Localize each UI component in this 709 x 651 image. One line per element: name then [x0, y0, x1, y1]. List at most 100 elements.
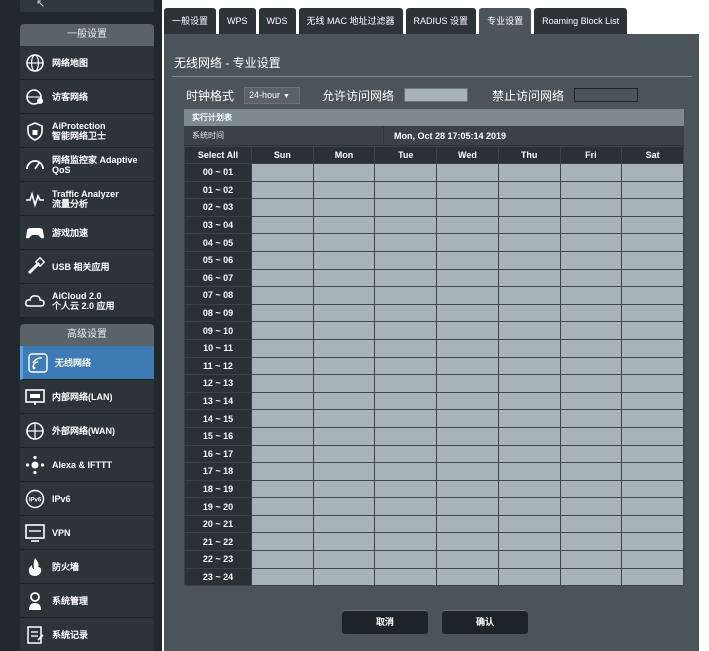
- schedule-cell[interactable]: [436, 550, 499, 569]
- schedule-cell[interactable]: [621, 479, 684, 499]
- sidebar-item-vpn-monitor[interactable]: VPN: [20, 516, 154, 550]
- ok-button[interactable]: 确认: [442, 610, 528, 634]
- schedule-cell[interactable]: [497, 374, 561, 393]
- schedule-cell[interactable]: [251, 426, 314, 446]
- schedule-cell[interactable]: [559, 338, 623, 358]
- tab-3[interactable]: 无线 MAC 地址过滤器: [298, 8, 403, 34]
- schedule-cell[interactable]: [559, 215, 623, 235]
- schedule-cell[interactable]: [559, 163, 623, 182]
- schedule-cell[interactable]: [436, 567, 499, 587]
- schedule-cell[interactable]: [436, 462, 499, 481]
- schedule-cell[interactable]: [559, 426, 623, 446]
- schedule-cell[interactable]: [559, 462, 623, 481]
- schedule-cell[interactable]: [621, 514, 684, 534]
- schedule-cell[interactable]: [374, 338, 438, 358]
- hour-header[interactable]: 04 ~ 05: [184, 233, 252, 252]
- schedule-cell[interactable]: [312, 356, 376, 376]
- schedule-cell[interactable]: [374, 180, 438, 200]
- schedule-cell[interactable]: [497, 250, 561, 270]
- day-header[interactable]: Thu: [497, 146, 561, 164]
- schedule-cell[interactable]: [621, 198, 684, 217]
- schedule-cell[interactable]: [497, 514, 561, 534]
- day-header[interactable]: Wed: [436, 146, 499, 164]
- sidebar-item-wan-globe[interactable]: 外部网络(WAN): [20, 414, 154, 448]
- schedule-cell[interactable]: [374, 497, 438, 516]
- schedule-cell[interactable]: [312, 532, 376, 552]
- schedule-cell[interactable]: [559, 286, 623, 305]
- hour-header[interactable]: 17 ~ 18: [184, 462, 252, 481]
- schedule-cell[interactable]: [251, 303, 314, 323]
- schedule-cell[interactable]: [251, 550, 314, 569]
- schedule-cell[interactable]: [312, 550, 376, 569]
- sidebar-item-speedometer[interactable]: 网络监控家 Adaptive QoS: [20, 148, 154, 182]
- schedule-cell[interactable]: [436, 180, 499, 200]
- schedule-cell[interactable]: [497, 550, 561, 569]
- schedule-cell[interactable]: [497, 567, 561, 587]
- schedule-cell[interactable]: [312, 198, 376, 217]
- sidebar-item-firewall-flame[interactable]: 防火墙: [20, 550, 154, 584]
- schedule-cell[interactable]: [436, 250, 499, 270]
- hour-header[interactable]: 16 ~ 17: [184, 444, 252, 464]
- schedule-cell[interactable]: [621, 391, 684, 411]
- sidebar-item-shield-lock[interactable]: AiProtection 智能网络卫士: [20, 114, 154, 148]
- schedule-cell[interactable]: [251, 479, 314, 499]
- schedule-cell[interactable]: [436, 163, 499, 182]
- schedule-cell[interactable]: [374, 268, 438, 288]
- schedule-cell[interactable]: [436, 268, 499, 288]
- schedule-cell[interactable]: [251, 356, 314, 376]
- schedule-cell[interactable]: [497, 426, 561, 446]
- schedule-cell[interactable]: [559, 268, 623, 288]
- schedule-cell[interactable]: [621, 550, 684, 569]
- schedule-cell[interactable]: [621, 409, 684, 428]
- schedule-cell[interactable]: [621, 497, 684, 516]
- schedule-cell[interactable]: [436, 215, 499, 235]
- hour-header[interactable]: 07 ~ 08: [184, 286, 252, 305]
- tab-0[interactable]: 一般设置: [164, 8, 217, 34]
- schedule-cell[interactable]: [312, 426, 376, 446]
- schedule-cell[interactable]: [436, 426, 499, 446]
- day-header[interactable]: Sat: [621, 146, 684, 164]
- schedule-cell[interactable]: [374, 215, 438, 235]
- schedule-cell[interactable]: [312, 321, 376, 340]
- schedule-cell[interactable]: [374, 550, 438, 569]
- sidebar-item-gear-person[interactable]: 系统管理: [20, 584, 154, 618]
- schedule-cell[interactable]: [436, 444, 499, 464]
- hour-header[interactable]: 14 ~ 15: [184, 409, 252, 428]
- schedule-cell[interactable]: [312, 391, 376, 411]
- schedule-cell[interactable]: [251, 215, 314, 235]
- sidebar-item-guest-network[interactable]: 访客网络: [20, 80, 154, 114]
- schedule-cell[interactable]: [374, 409, 438, 428]
- hour-header[interactable]: 20 ~ 21: [184, 514, 252, 534]
- schedule-cell[interactable]: [559, 567, 623, 587]
- schedule-cell[interactable]: [621, 321, 684, 340]
- hour-header[interactable]: 10 ~ 11: [184, 338, 252, 358]
- schedule-cell[interactable]: [251, 567, 314, 587]
- schedule-cell[interactable]: [374, 391, 438, 411]
- schedule-cell[interactable]: [559, 391, 623, 411]
- schedule-cell[interactable]: [497, 215, 561, 235]
- sidebar-item-lan-monitor[interactable]: 内部网络(LAN): [20, 380, 154, 414]
- schedule-cell[interactable]: [436, 356, 499, 376]
- schedule-cell[interactable]: [621, 374, 684, 393]
- schedule-cell[interactable]: [312, 215, 376, 235]
- sidebar-item-cloud[interactable]: AiCloud 2.0 个人云 2.0 应用: [20, 284, 154, 318]
- hour-header[interactable]: 06 ~ 07: [184, 268, 252, 288]
- schedule-cell[interactable]: [559, 532, 623, 552]
- schedule-cell[interactable]: [436, 374, 499, 393]
- schedule-cell[interactable]: [374, 163, 438, 182]
- schedule-cell[interactable]: [559, 479, 623, 499]
- schedule-cell[interactable]: [621, 356, 684, 376]
- schedule-cell[interactable]: [559, 198, 623, 217]
- schedule-cell[interactable]: [497, 479, 561, 499]
- schedule-cell[interactable]: [436, 286, 499, 305]
- schedule-cell[interactable]: [251, 286, 314, 305]
- schedule-cell[interactable]: [374, 479, 438, 499]
- schedule-cell[interactable]: [621, 462, 684, 481]
- schedule-cell[interactable]: [497, 356, 561, 376]
- schedule-cell[interactable]: [374, 250, 438, 270]
- schedule-cell[interactable]: [251, 532, 314, 552]
- schedule-cell[interactable]: [621, 338, 684, 358]
- day-header[interactable]: Fri: [559, 146, 623, 164]
- select-all-button[interactable]: Select All: [184, 146, 252, 164]
- cancel-button[interactable]: 取消: [342, 610, 428, 634]
